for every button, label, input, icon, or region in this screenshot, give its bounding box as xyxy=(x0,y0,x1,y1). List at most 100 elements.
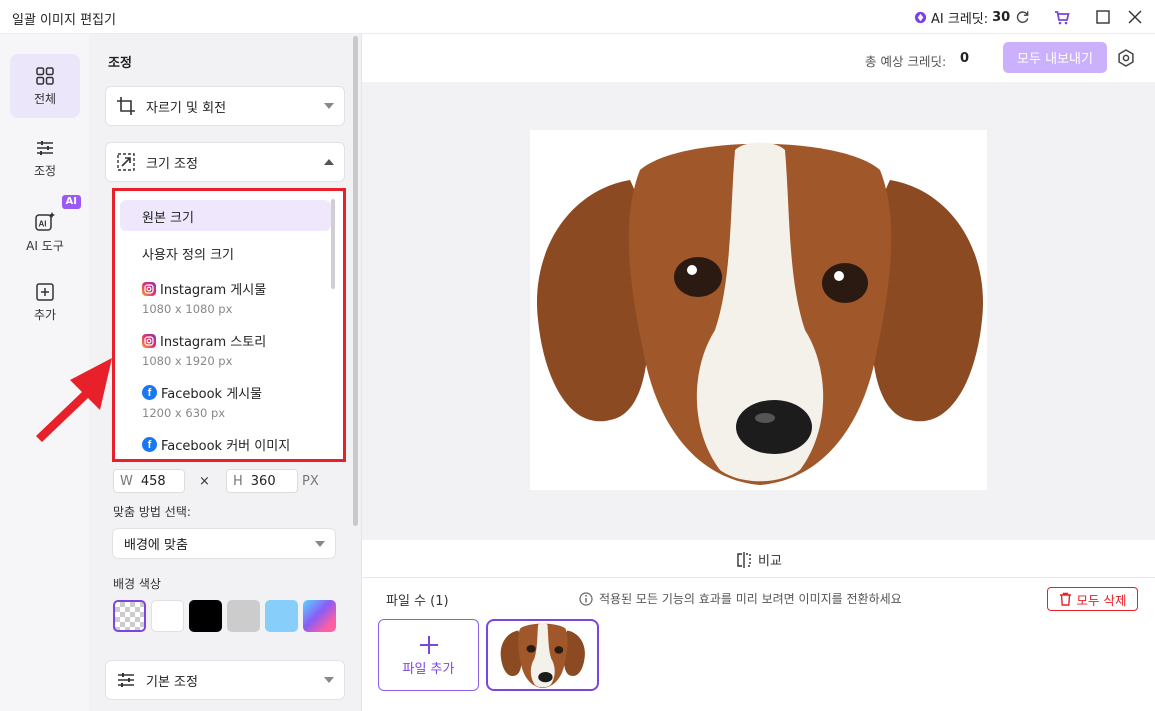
chevron-up-icon xyxy=(324,159,334,165)
refresh-icon[interactable] xyxy=(1013,8,1031,26)
add-file-label: 파일 추가 xyxy=(402,661,455,677)
size-option-instagram-post[interactable]: Instagram 게시물 1080 x 1080 px xyxy=(120,279,331,323)
close-icon[interactable] xyxy=(1126,8,1144,26)
unit-label: PX xyxy=(302,474,319,489)
maximize-icon[interactable] xyxy=(1094,8,1112,26)
delete-all-label: 모두 삭제 xyxy=(1076,592,1127,608)
rail-label-adjust: 조정 xyxy=(33,163,57,178)
height-label: H xyxy=(233,473,243,489)
fit-method-label: 맞춤 방법 선택: xyxy=(113,505,191,519)
size-option-label: Instagram 스토리 xyxy=(160,335,267,350)
list-scrollbar[interactable] xyxy=(331,199,335,289)
swatch-transparent[interactable] xyxy=(113,600,146,632)
app-title: 일괄 이미지 편집기 xyxy=(12,13,116,28)
facebook-icon: f xyxy=(142,437,157,452)
panel-scrollbar[interactable] xyxy=(353,36,358,526)
red-arrow-icon xyxy=(36,358,112,442)
size-option-custom[interactable]: 사용자 정의 크기 xyxy=(120,237,331,268)
size-option-facebook-post[interactable]: f Facebook 게시물 1200 x 630 px xyxy=(120,383,331,427)
chevron-down-icon xyxy=(315,541,325,547)
rail-label-all: 전체 xyxy=(33,91,57,106)
rail-item-adjust[interactable]: 조정 xyxy=(10,126,80,190)
size-option-label: Facebook 커버 이미지 xyxy=(161,439,291,454)
size-option-original[interactable]: 원본 크기 xyxy=(120,200,331,231)
resize-icon xyxy=(117,153,135,171)
export-all-button[interactable]: 모두 내보내기 xyxy=(1003,42,1107,73)
estimate-value: 0 xyxy=(960,51,970,66)
panel-title: 조정 xyxy=(108,56,132,71)
basic-adjust-section[interactable]: 기본 조정 xyxy=(105,660,345,700)
sliders-icon xyxy=(118,673,134,687)
swatch-white[interactable] xyxy=(151,600,184,632)
dog-photo xyxy=(530,130,987,490)
ai-tool-icon: AI xyxy=(35,211,55,231)
height-field[interactable]: H 360 xyxy=(226,469,298,493)
title-bar: 일괄 이미지 편집기 AI 크레딧: 30 xyxy=(0,0,1155,34)
rail-label-add: 추가 xyxy=(33,307,57,322)
instagram-icon xyxy=(142,281,156,296)
swatch-gradient[interactable] xyxy=(303,600,336,632)
times-sign: × xyxy=(199,474,210,489)
trash-icon xyxy=(1059,592,1071,606)
grid-icon xyxy=(36,66,54,85)
rail-item-add[interactable]: 추가 xyxy=(10,270,80,334)
main-area: 총 예상 크레딧: 0 모두 내보내기 비교 파일 수 (1) 적용된 모든 기… xyxy=(361,34,1155,711)
compare-toggle[interactable]: 비교 xyxy=(736,550,782,569)
credit-value: 30 xyxy=(992,10,1011,25)
width-field[interactable]: W 458 xyxy=(113,469,185,493)
size-option-instagram-story[interactable]: Instagram 스토리 1080 x 1920 px xyxy=(120,331,331,375)
dog-thumbnail xyxy=(499,621,586,689)
size-option-dim: 1080 x 1080 px xyxy=(142,302,233,316)
width-value: 458 xyxy=(140,473,166,489)
file-strip: 파일 수 (1) 적용된 모든 기능의 효과를 미리 보려면 이미지를 전환하세… xyxy=(362,577,1155,711)
plus-icon xyxy=(419,635,438,654)
size-option-label: Facebook 게시물 xyxy=(161,387,263,402)
estimate-label: 총 예상 크레딧: xyxy=(865,54,947,69)
size-options-list: 원본 크기 사용자 정의 크기 Instagram 게시물 1080 x 108… xyxy=(112,188,346,462)
compare-icon xyxy=(737,551,751,568)
basic-adjust-label: 기본 조정 xyxy=(146,674,198,690)
facebook-icon: f xyxy=(142,385,157,400)
settings-icon[interactable] xyxy=(1117,49,1135,67)
rail-item-ai-tools[interactable]: AI AI 도구 AI xyxy=(10,195,81,264)
credit-label: AI 크레딧: xyxy=(931,12,989,27)
instagram-icon xyxy=(142,333,156,348)
compare-label: 비교 xyxy=(758,554,782,569)
add-file-button[interactable]: 파일 추가 xyxy=(378,619,479,691)
svg-text:AI: AI xyxy=(39,219,47,228)
resize-label: 크기 조정 xyxy=(146,156,198,172)
size-option-label: 원본 크기 xyxy=(142,211,194,226)
crop-rotate-section[interactable]: 자르기 및 회전 xyxy=(105,86,345,126)
bg-color-label: 배경 색상 xyxy=(113,577,161,591)
rail-label-ai-tools: AI 도구 xyxy=(26,238,64,253)
width-label: W xyxy=(120,473,133,489)
ai-credit: AI 크레딧: 30 xyxy=(914,8,1010,27)
rail-item-all[interactable]: 전체 xyxy=(10,54,80,118)
hint-label: 적용된 모든 기능의 효과를 미리 보려면 이미지를 전환하세요 xyxy=(599,592,902,606)
file-count: 파일 수 (1) xyxy=(386,594,449,609)
swatch-gray[interactable] xyxy=(227,600,260,632)
size-option-dim: 1200 x 630 px xyxy=(142,406,226,420)
crop-icon xyxy=(117,97,135,115)
info-icon xyxy=(579,591,593,606)
size-option-dim: 1080 x 1920 px xyxy=(142,354,233,368)
preview-image xyxy=(530,130,987,490)
file-thumbnail[interactable] xyxy=(486,619,599,691)
fit-method-select[interactable]: 배경에 맞춤 xyxy=(112,528,336,559)
swatch-black[interactable] xyxy=(189,600,222,632)
size-option-label: Instagram 게시물 xyxy=(160,283,267,298)
credit-gem-icon xyxy=(914,11,927,24)
size-option-facebook-cover[interactable]: f Facebook 커버 이미지 xyxy=(120,435,331,459)
delete-all-button[interactable]: 모두 삭제 xyxy=(1047,587,1138,611)
cart-icon[interactable] xyxy=(1053,8,1071,26)
size-option-label: 사용자 정의 크기 xyxy=(142,248,234,263)
plus-box-icon xyxy=(36,282,54,301)
ai-badge: AI xyxy=(61,195,81,209)
swatch-light-blue[interactable] xyxy=(265,600,298,632)
resize-section[interactable]: 크기 조정 xyxy=(105,142,345,182)
hint-text: 적용된 모든 기능의 효과를 미리 보려면 이미지를 전환하세요 xyxy=(579,590,902,607)
sliders-icon xyxy=(37,140,53,155)
crop-rotate-label: 자르기 및 회전 xyxy=(146,100,227,116)
preview-canvas xyxy=(362,82,1155,540)
chevron-down-icon xyxy=(324,677,334,683)
